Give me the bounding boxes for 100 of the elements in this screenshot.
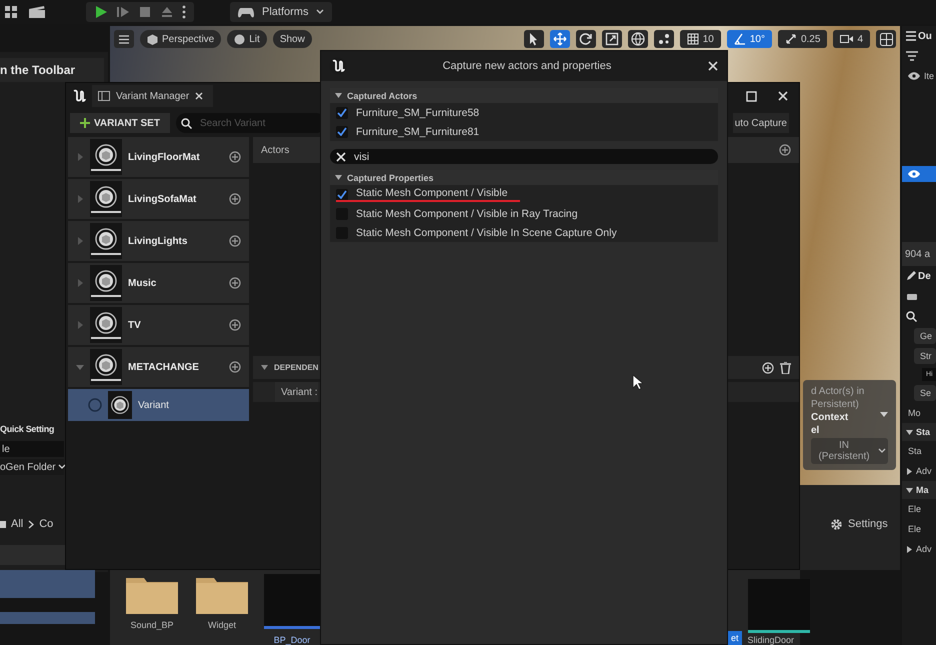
search-input[interactable]: Search Variant xyxy=(198,116,312,130)
variant-set-row[interactable]: LivingFloorMat xyxy=(68,137,249,177)
plus-circle-icon[interactable] xyxy=(762,362,774,374)
viewport-lit-button[interactable]: Lit xyxy=(227,30,267,48)
caret-down-icon[interactable] xyxy=(261,365,268,370)
checkbox[interactable] xyxy=(336,106,348,118)
filter-icon[interactable] xyxy=(906,51,918,61)
level-dropdown[interactable]: IN (Persistent) xyxy=(811,438,888,464)
more-icon[interactable] xyxy=(182,5,186,19)
sphere-icon xyxy=(94,185,118,209)
close-icon[interactable] xyxy=(195,92,204,100)
grid-snap-button[interactable]: 10 xyxy=(680,30,721,48)
panel-title: De xyxy=(918,270,931,282)
settings-button[interactable]: Settings xyxy=(826,513,892,535)
folder-dropdown[interactable]: oGen Folder xyxy=(0,459,64,475)
transform-tool-button[interactable] xyxy=(550,30,570,48)
variant-set-row[interactable]: TV xyxy=(68,305,249,345)
breadcrumb-link[interactable]: All xyxy=(11,518,24,530)
search-icon xyxy=(180,118,192,128)
menu-button[interactable] xyxy=(114,30,134,48)
plus-circle-icon xyxy=(229,319,241,331)
variant-set-name: LivingSofaMat xyxy=(128,194,198,204)
selected-row[interactable] xyxy=(902,166,936,182)
close-button[interactable] xyxy=(707,60,719,72)
filter-input[interactable]: visi xyxy=(354,150,654,162)
chevron-down-icon xyxy=(878,448,886,454)
caret-down-icon xyxy=(906,486,913,494)
section-title[interactable]: Adv xyxy=(916,466,932,476)
breadcrumb-link[interactable]: Co xyxy=(39,518,54,530)
add-variant-button[interactable] xyxy=(229,361,241,373)
close-icon[interactable] xyxy=(777,90,789,102)
sphere-icon xyxy=(94,227,118,251)
panel-title: n the Toolbar xyxy=(0,58,104,82)
layout-button[interactable] xyxy=(876,30,896,48)
add-variant-button[interactable] xyxy=(229,277,241,289)
add-variant-button[interactable] xyxy=(229,235,241,247)
asset-label: et xyxy=(728,631,742,645)
path-bar xyxy=(0,545,66,565)
transform-tool-button[interactable] xyxy=(602,30,622,48)
platforms-button[interactable]: Platforms xyxy=(230,2,332,22)
scale-snap-button[interactable]: 0.25 xyxy=(778,30,828,48)
column-header: Ite xyxy=(924,71,934,81)
asset-label: SlidingDoor xyxy=(748,635,796,645)
section-header[interactable]: Captured Properties xyxy=(330,170,718,185)
variant-set-row[interactable]: Music xyxy=(68,263,249,303)
transform-tool-button[interactable] xyxy=(576,30,596,48)
category-button[interactable]: Se xyxy=(914,385,936,401)
property-label: Ele xyxy=(907,523,922,536)
variant-set-row[interactable]: LivingLights xyxy=(68,221,249,261)
panel-title: Ou xyxy=(918,30,932,42)
viewport-perspective-button[interactable]: Perspective xyxy=(140,30,222,48)
menu-icon xyxy=(119,34,129,44)
category-button[interactable]: Ge xyxy=(914,328,936,344)
filter-field[interactable]: visi xyxy=(330,149,718,164)
asset-thumbnail[interactable] xyxy=(264,574,320,629)
plus-circle-icon xyxy=(229,361,241,373)
layout-icon xyxy=(880,32,892,46)
add-variant-set-button[interactable]: VARIANT SET xyxy=(70,113,170,133)
stop-icon[interactable] xyxy=(138,5,152,19)
plus-circle-icon[interactable] xyxy=(779,144,791,156)
check-icon xyxy=(337,190,347,199)
variant-manager-tab[interactable]: Variant Manager xyxy=(92,85,214,107)
text-field[interactable]: le xyxy=(0,441,64,457)
eject-icon[interactable] xyxy=(160,5,174,19)
add-variant-button[interactable] xyxy=(229,319,241,331)
variant-set-row[interactable]: LivingSofaMat xyxy=(68,179,249,219)
trash-icon[interactable] xyxy=(780,362,791,374)
section-header[interactable]: Captured Actors xyxy=(330,88,718,103)
clear-icon[interactable] xyxy=(336,152,346,162)
surface-snap-button[interactable] xyxy=(654,30,674,48)
rotate-icon xyxy=(578,32,593,46)
viewport-show-button[interactable]: Show xyxy=(272,30,312,48)
property-label: Static Mesh Component / Visible In Scene Capture Only xyxy=(356,226,617,238)
sphere-icon xyxy=(94,353,118,377)
category-button[interactable]: Str xyxy=(914,348,936,364)
world-space-button[interactable] xyxy=(628,30,648,48)
mouse-cursor-icon xyxy=(632,374,643,390)
camera-speed-button[interactable]: 4 xyxy=(833,30,870,48)
caret-icon xyxy=(880,412,888,417)
add-variant-button[interactable] xyxy=(229,151,241,163)
plus-circle-icon xyxy=(229,235,241,247)
variant-row[interactable]: Variant xyxy=(68,389,249,421)
section-title[interactable]: Adv xyxy=(916,544,932,554)
add-variant-button[interactable] xyxy=(229,193,241,205)
checkbox[interactable] xyxy=(336,126,348,138)
grid-icon[interactable] xyxy=(4,5,18,19)
asset-thumbnail[interactable] xyxy=(748,579,810,633)
maximize-icon[interactable] xyxy=(746,90,757,102)
clapperboard-icon[interactable] xyxy=(28,5,46,19)
angle-snap-button[interactable]: 10° xyxy=(726,30,772,48)
auto-capture-button[interactable]: uto Capture xyxy=(732,113,789,133)
property-label: Ele xyxy=(907,503,922,516)
caret-down-icon[interactable] xyxy=(76,363,84,371)
transform-tool-button[interactable] xyxy=(524,30,544,48)
step-icon[interactable] xyxy=(116,5,130,19)
angle-icon xyxy=(734,33,746,45)
play-icon[interactable] xyxy=(94,5,108,19)
caret-right-icon xyxy=(906,546,913,552)
checkbox[interactable] xyxy=(336,188,348,200)
variant-set-row[interactable]: METACHANGE xyxy=(68,347,249,387)
